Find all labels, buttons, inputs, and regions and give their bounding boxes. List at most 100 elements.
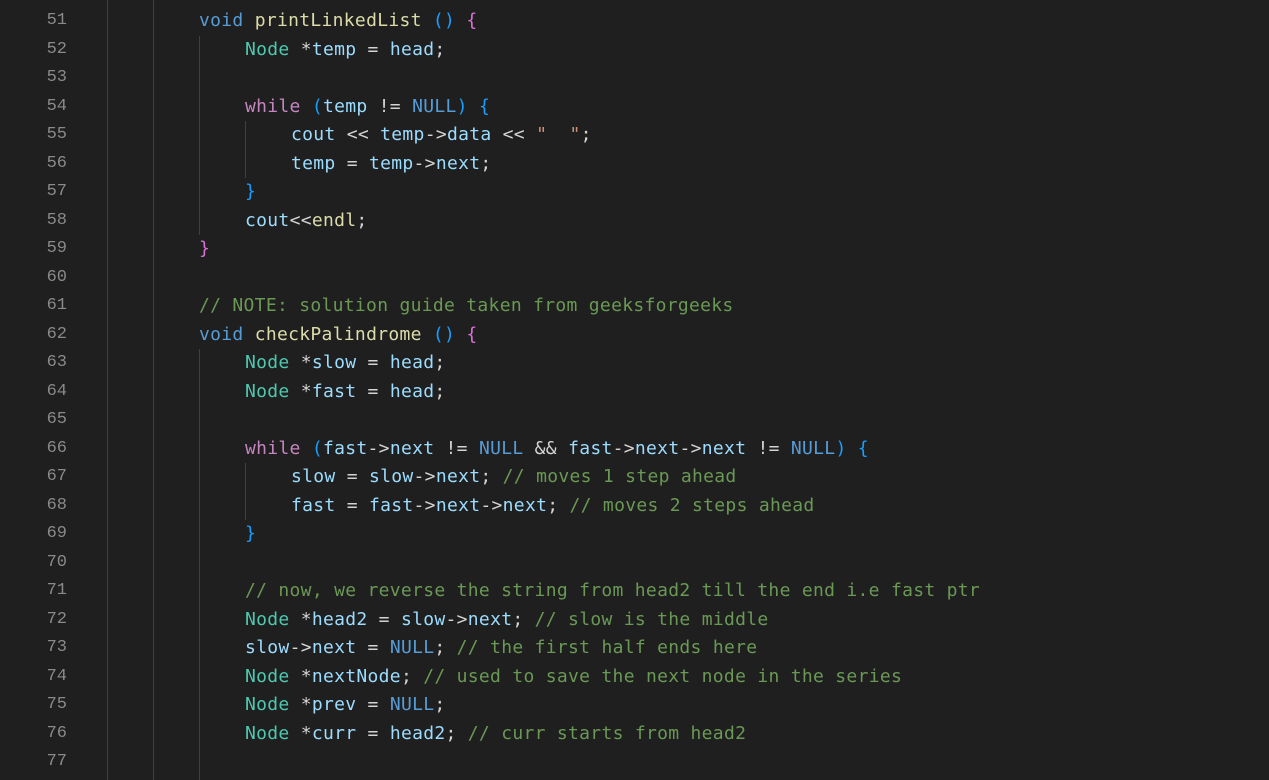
code-token: Node <box>245 38 290 60</box>
code-token: next <box>389 437 435 459</box>
code-token: -> <box>413 466 436 487</box>
code-token: * <box>289 608 312 630</box>
line-number: 75 <box>46 695 67 714</box>
code-editor[interactable]: 51 52 53 54 55 56 57 58 59 60 61 62 63 64 65 66 67 68 69 70… <box>0 0 1269 780</box>
code-token: != <box>367 95 413 117</box>
code-token: = <box>367 608 401 630</box>
code-line[interactable]: void checkPalindrome () { <box>199 321 477 350</box>
code-token: while <box>245 95 301 117</box>
code-line[interactable]: Node *head2 = slow->next; // slow is the… <box>245 606 769 635</box>
code-token: Node <box>245 694 290 715</box>
code-token: " " <box>536 124 581 145</box>
code-token: ; <box>400 665 424 687</box>
code-token: } <box>245 523 257 544</box>
code-token: << <box>491 124 537 145</box>
code-token: while <box>245 437 301 459</box>
line-number: 55 <box>46 125 67 144</box>
code-token: Node <box>245 722 290 744</box>
code-token: << <box>289 209 312 231</box>
code-token: temp <box>380 124 425 145</box>
code-token: temp <box>322 95 368 117</box>
line-number: 73 <box>46 638 67 657</box>
code-token: // the first half ends here <box>456 637 758 658</box>
code-token: temp <box>368 152 414 174</box>
code-token: NULL <box>478 437 524 459</box>
code-token: head2 <box>311 608 368 630</box>
code-token: ; <box>445 722 468 744</box>
code-line[interactable]: // NOTE: solution guide taken from geeks… <box>199 292 734 321</box>
code-token: { <box>466 10 478 31</box>
code-line[interactable]: Node *curr = head2; // curr starts from … <box>245 720 746 749</box>
code-token: = <box>356 694 390 715</box>
code-line[interactable]: Node *fast = head; <box>245 378 446 407</box>
code-token: // NOTE: solution guide taken from geeks… <box>199 295 734 316</box>
line-number: 51 <box>46 11 67 30</box>
code-token: -> <box>480 494 503 516</box>
code-token: // moves 1 step ahead <box>502 466 737 487</box>
code-token: head2 <box>389 722 446 744</box>
code-line[interactable]: slow = slow->next; // moves 1 step ahead <box>291 463 737 492</box>
code-line[interactable]: Node *prev = NULL; <box>245 691 446 720</box>
code-line[interactable]: } <box>245 178 256 207</box>
code-token: ( <box>311 437 323 459</box>
code-token: -> <box>424 124 447 145</box>
code-token: nextNode <box>311 665 401 687</box>
code-token: = <box>356 352 390 373</box>
line-number: 64 <box>46 381 67 401</box>
code-line[interactable]: slow->next = NULL; // the first half end… <box>245 634 757 663</box>
code-token: -> <box>612 437 635 459</box>
code-token: ; <box>512 608 535 630</box>
code-line[interactable]: cout<<endl; <box>245 207 368 236</box>
line-number: 65 <box>46 410 67 429</box>
code-line[interactable]: cout << temp->data << " "; <box>291 121 592 150</box>
code-line[interactable]: Node *nextNode; // used to save the next… <box>245 663 902 692</box>
code-token: cout <box>245 209 290 231</box>
code-token: Node <box>245 380 290 402</box>
line-number: 52 <box>46 39 67 59</box>
code-token: Node <box>245 352 290 373</box>
code-line[interactable]: Node *temp = head; <box>245 36 446 65</box>
code-token: * <box>289 665 312 687</box>
code-line[interactable]: void printLinkedList () { <box>199 7 477 36</box>
line-number: 63 <box>46 353 67 372</box>
code-token: head <box>389 38 435 60</box>
code-line[interactable]: Node *slow = head; <box>245 349 446 378</box>
code-token: ; <box>356 209 368 231</box>
code-line[interactable]: } <box>199 235 210 264</box>
code-line[interactable]: while (temp != NULL) { <box>245 93 490 122</box>
code-token: != <box>746 437 791 459</box>
code-token: * <box>289 380 312 402</box>
code-token: NULL <box>790 437 836 459</box>
code-token: head <box>389 380 435 402</box>
code-token: Node <box>245 665 290 687</box>
code-line[interactable]: // now, we reverse the string from head2… <box>245 577 980 606</box>
code-line[interactable]: temp = temp->next; <box>291 150 492 179</box>
code-token: next <box>634 437 680 459</box>
code-token: << <box>335 124 381 145</box>
code-token: * <box>289 694 312 715</box>
code-token: slow <box>291 466 336 487</box>
code-token: // used to save the next node in the ser… <box>423 665 903 687</box>
code-line[interactable]: } <box>245 520 256 549</box>
code-token: next <box>435 152 481 174</box>
code-token: -> <box>289 637 312 658</box>
line-number: 68 <box>46 495 67 515</box>
code-token: != <box>434 437 479 459</box>
line-number: 76 <box>46 723 67 743</box>
code-line[interactable]: fast = fast->next->next; // moves 2 step… <box>291 492 815 521</box>
line-number: 66 <box>46 438 67 458</box>
code-token: slow <box>400 608 446 630</box>
code-line[interactable]: while (fast->next != NULL && fast->next-… <box>245 435 869 464</box>
code-token: * <box>289 722 312 744</box>
line-number: 61 <box>46 296 67 315</box>
code-token: // now, we reverse the string from head2… <box>245 580 981 601</box>
code-token: && <box>523 437 569 459</box>
code-token: ; <box>547 494 570 516</box>
line-number: 58 <box>46 210 67 230</box>
code-token: } <box>199 238 211 259</box>
